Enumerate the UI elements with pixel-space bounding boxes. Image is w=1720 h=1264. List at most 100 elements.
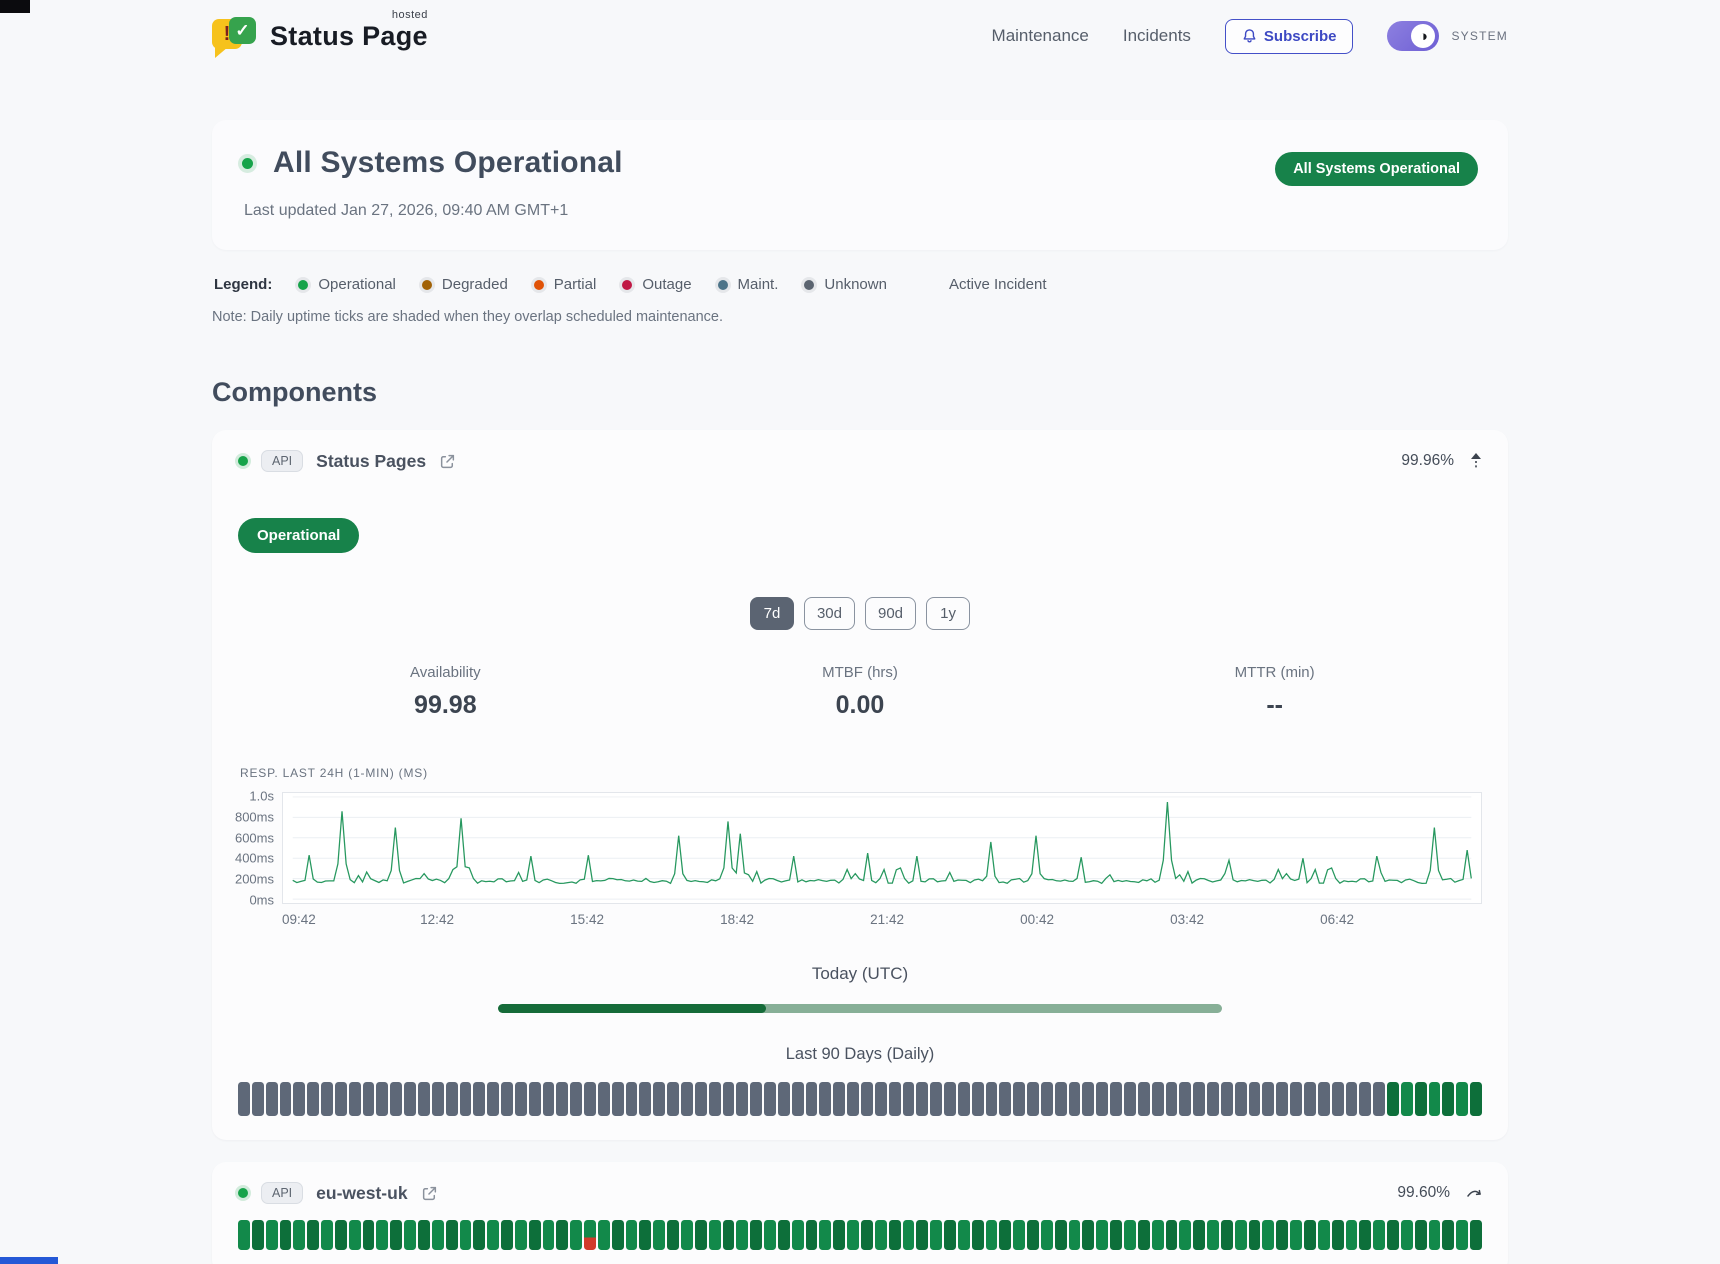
- uptime-tick: [390, 1082, 402, 1116]
- uptime-tick: [1041, 1082, 1053, 1116]
- last-updated-text: Last updated Jan 27, 2026, 09:40 AM GMT+…: [244, 202, 623, 220]
- uptime-tick: [1470, 1082, 1482, 1116]
- legend-item: Operational: [298, 276, 396, 293]
- uptime-tick: [667, 1082, 679, 1116]
- uptime-tick: [833, 1082, 845, 1116]
- range-button-1y[interactable]: 1y: [926, 597, 970, 630]
- component-name: eu-west-uk: [316, 1183, 407, 1204]
- legend-status-dot: [718, 280, 728, 290]
- uptime-tick: [1096, 1220, 1108, 1250]
- contrast-icon: ◑: [1419, 29, 1428, 44]
- uptime-tick: [750, 1220, 762, 1250]
- bell-icon: [1242, 28, 1257, 44]
- uptime-tick: [529, 1220, 541, 1250]
- uptime-tick: [723, 1082, 735, 1116]
- uptime-tick: [1290, 1082, 1302, 1116]
- overall-status-badge: All Systems Operational: [1275, 152, 1478, 186]
- y-axis-label: 800ms: [235, 809, 274, 824]
- uptime-tick: [252, 1220, 264, 1250]
- uptime-tick: [1415, 1220, 1427, 1250]
- uptime-tick: [1013, 1220, 1025, 1250]
- uptime-tick: [376, 1082, 388, 1116]
- uptime-tick: [612, 1220, 624, 1250]
- uptime-tick: [792, 1082, 804, 1116]
- uptime-tick: [1027, 1220, 1039, 1250]
- stat: Availability99.98: [238, 664, 653, 720]
- bottom-left-artifact: [0, 1257, 58, 1264]
- component-type-badge: API: [261, 450, 303, 472]
- legend-status-dot: [422, 280, 432, 290]
- uptime-tick: [349, 1220, 361, 1250]
- stats-row: Availability99.98MTBF (hrs)0.00MTTR (min…: [238, 664, 1482, 720]
- legend-item: Partial: [534, 276, 597, 293]
- chart-title: RESP. LAST 24H (1-MIN) (MS): [240, 766, 1482, 780]
- uptime-tick: [1110, 1082, 1122, 1116]
- uptime-tick: [653, 1220, 665, 1250]
- legend-title: Legend:: [214, 276, 272, 293]
- uptime-tick: [709, 1082, 721, 1116]
- uptime-tick: [321, 1082, 333, 1116]
- uptime-tick: [1082, 1082, 1094, 1116]
- uptime-tick: [1456, 1082, 1468, 1116]
- uptime-tick: [806, 1220, 818, 1250]
- uptime-tick: [778, 1082, 790, 1116]
- theme-toggle[interactable]: ◑: [1387, 21, 1439, 51]
- uptime-tick: [1069, 1082, 1081, 1116]
- uptime-tick: [556, 1220, 568, 1250]
- subscribe-button[interactable]: Subscribe: [1225, 19, 1354, 54]
- overall-status-card: All Systems Operational Last updated Jan…: [212, 120, 1508, 250]
- uptime-tick: [681, 1220, 693, 1250]
- uptime-tick: [1304, 1220, 1316, 1250]
- uptime-tick: [889, 1220, 901, 1250]
- external-link-icon[interactable]: [439, 453, 456, 470]
- range-button-30d[interactable]: 30d: [804, 597, 855, 630]
- uptime-tick: [1304, 1082, 1316, 1116]
- uptime-tick: [363, 1220, 375, 1250]
- uptime-tick: [626, 1220, 638, 1250]
- uptime-tick: [875, 1220, 887, 1250]
- uptime-tick: [1138, 1082, 1150, 1116]
- uptime-tick: [986, 1220, 998, 1250]
- uptime-tick: [1041, 1220, 1053, 1250]
- expand-chevron-icon[interactable]: [1466, 1187, 1482, 1199]
- uptime-tick: [819, 1220, 831, 1250]
- uptime-tick: [916, 1082, 928, 1116]
- uptime-tick: [598, 1220, 610, 1250]
- nav-maintenance-link[interactable]: Maintenance: [992, 26, 1089, 46]
- uptime-tick: [390, 1220, 402, 1250]
- uptime-tick: [736, 1082, 748, 1116]
- uptime-tick: [307, 1220, 319, 1250]
- uptime-tick: [778, 1220, 790, 1250]
- uptime-tick: [1373, 1082, 1385, 1116]
- overall-status-title: All Systems Operational: [273, 146, 623, 180]
- today-utc-label: Today (UTC): [238, 964, 1482, 984]
- uptime-tick: [1332, 1220, 1344, 1250]
- uptime-tick: [1055, 1220, 1067, 1250]
- component-status-dot: [238, 456, 248, 466]
- uptime-tick: [1387, 1220, 1399, 1250]
- uptime-tick: [930, 1082, 942, 1116]
- range-button-90d[interactable]: 90d: [865, 597, 916, 630]
- collapse-arrow-icon[interactable]: [1470, 452, 1482, 470]
- uptime-tick: [681, 1082, 693, 1116]
- uptime-tick: [598, 1082, 610, 1116]
- range-button-7d[interactable]: 7d: [750, 597, 794, 630]
- stat: MTBF (hrs)0.00: [653, 664, 1068, 720]
- x-axis-label: 18:42: [720, 912, 754, 927]
- uptime-tick: [1193, 1220, 1205, 1250]
- nav-incidents-link[interactable]: Incidents: [1123, 26, 1191, 46]
- uptime-tick: [293, 1082, 305, 1116]
- uptime-tick: [1179, 1220, 1191, 1250]
- uptime-tick: [266, 1082, 278, 1116]
- top-left-artifact: [0, 0, 30, 13]
- x-axis-label: 03:42: [1170, 912, 1204, 927]
- uptime-tick: [1027, 1082, 1039, 1116]
- brand[interactable]: ! ✓ Status Page hosted: [212, 15, 428, 57]
- uptime-tick: [806, 1082, 818, 1116]
- x-axis-label: 21:42: [870, 912, 904, 927]
- uptime-tick: [1429, 1082, 1441, 1116]
- uptime-tick: [529, 1082, 541, 1116]
- uptime-tick: [280, 1082, 292, 1116]
- external-link-icon[interactable]: [421, 1185, 438, 1202]
- uptime-tick: [695, 1082, 707, 1116]
